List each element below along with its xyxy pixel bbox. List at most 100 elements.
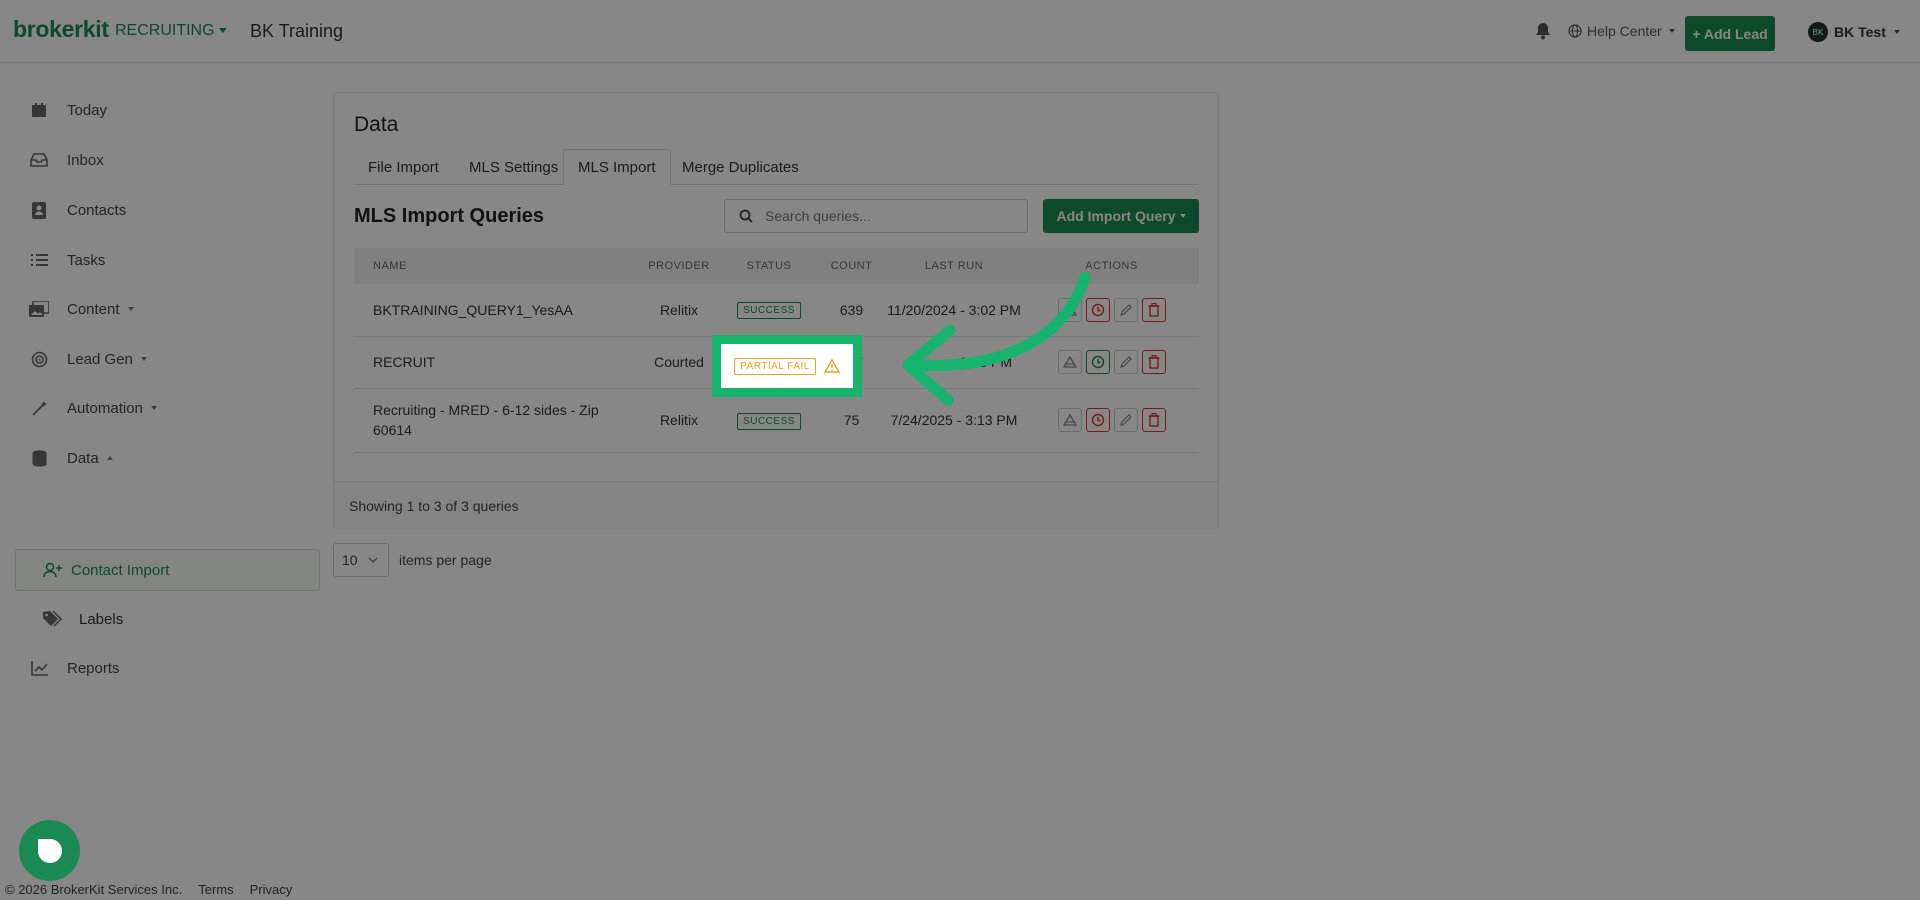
sidebar-item-label: Inbox bbox=[67, 151, 104, 169]
user-menu[interactable]: BK BK Test bbox=[1808, 22, 1900, 42]
chevron-down-icon bbox=[127, 307, 134, 311]
privacy-link[interactable]: Privacy bbox=[250, 882, 293, 897]
tasks-icon bbox=[29, 250, 49, 270]
sidebar-item-label: Today bbox=[67, 101, 108, 119]
sidebar-item-inbox[interactable]: Inbox bbox=[29, 148, 104, 172]
sidebar-item-tasks[interactable]: Tasks bbox=[29, 248, 105, 272]
sidebar-item-data[interactable]: Data bbox=[29, 446, 113, 470]
chat-icon bbox=[37, 838, 62, 863]
sidebar-item-label: Labels bbox=[79, 610, 124, 628]
pagination-summary: Showing 1 to 3 of 3 queries bbox=[349, 498, 519, 514]
sidebar-subitem-contact-import[interactable]: Contact Import bbox=[43, 558, 169, 582]
query-name: BKTRAINING_QUERY1_YesAA bbox=[373, 301, 573, 318]
query-provider: Courted bbox=[654, 354, 704, 370]
status-badge: SUCCESS bbox=[737, 302, 801, 320]
content-icon bbox=[29, 299, 49, 319]
per-page-label: items per page bbox=[399, 552, 492, 568]
sidebar-item-label: Tasks bbox=[67, 251, 106, 269]
avatar: BK bbox=[1808, 22, 1828, 42]
table-footer: Showing 1 to 3 of 3 queries bbox=[334, 481, 1218, 529]
inbox-icon bbox=[29, 150, 49, 170]
delete-button[interactable] bbox=[1141, 350, 1166, 374]
brokerkit-logo[interactable]: brokerkit bbox=[13, 16, 109, 43]
help-center-menu[interactable]: Help Center bbox=[1568, 23, 1675, 39]
column-header-status[interactable]: STATUS bbox=[719, 248, 819, 284]
user-name: BK Test bbox=[1834, 24, 1886, 40]
sidebar-item-reports[interactable]: Reports bbox=[29, 656, 120, 680]
sidebar-item-label: Reports bbox=[67, 659, 120, 677]
tab-mls-import[interactable]: MLS Import bbox=[563, 149, 671, 185]
sidebar-item-label: Contacts bbox=[67, 201, 127, 219]
sidebar-item-labels[interactable]: Labels bbox=[43, 607, 123, 631]
tab-bar: File Import MLS Settings MLS Import Merg… bbox=[354, 149, 1199, 185]
module-label: RECRUITING bbox=[115, 22, 215, 39]
sidebar-item-automation[interactable]: Automation bbox=[29, 396, 157, 420]
status-badge: SUCCESS bbox=[737, 412, 801, 430]
chevron-down-icon bbox=[1893, 30, 1900, 34]
delete-button[interactable] bbox=[1141, 297, 1166, 322]
sidebar: Today Inbox Contacts Tasks Content Lead … bbox=[0, 63, 330, 863]
edit-button[interactable] bbox=[1113, 297, 1138, 322]
items-per-page: 10 items per page bbox=[333, 543, 492, 577]
database-icon bbox=[29, 448, 49, 468]
add-lead-button[interactable]: + Add Lead bbox=[1685, 16, 1775, 51]
sidebar-item-label: Automation bbox=[67, 399, 143, 417]
per-page-select[interactable]: 10 bbox=[333, 543, 389, 577]
tab-mls-settings[interactable]: MLS Settings bbox=[455, 149, 572, 185]
edit-button[interactable] bbox=[1113, 350, 1138, 374]
search-input[interactable] bbox=[765, 208, 1015, 224]
status-highlight: PARTIAL FAIL bbox=[712, 335, 862, 397]
per-page-value: 10 bbox=[342, 552, 358, 568]
column-header-provider[interactable]: PROVIDER bbox=[639, 248, 719, 284]
chevron-down-icon bbox=[1179, 214, 1186, 218]
sidebar-item-content[interactable]: Content bbox=[29, 297, 134, 321]
terms-link[interactable]: Terms bbox=[198, 882, 233, 897]
add-import-query-button[interactable]: Add Import Query bbox=[1043, 199, 1199, 233]
chevron-down-icon bbox=[140, 357, 147, 361]
section-title: MLS Import Queries bbox=[354, 205, 545, 227]
sidebar-item-today[interactable]: Today bbox=[29, 98, 107, 122]
top-header: brokerkit RECRUITING BK Training Help Ce… bbox=[0, 0, 1920, 63]
org-name: BK Training bbox=[250, 21, 344, 41]
tab-merge-duplicates[interactable]: Merge Duplicates bbox=[668, 149, 813, 185]
status-badge: PARTIAL FAIL bbox=[734, 357, 816, 375]
automation-icon bbox=[29, 398, 49, 418]
calendar-icon bbox=[29, 100, 49, 120]
sidebar-item-label: Contact Import bbox=[71, 561, 170, 579]
query-count: 639 bbox=[839, 301, 864, 318]
globe-icon bbox=[1568, 24, 1582, 38]
pointer-arrow-icon bbox=[902, 271, 1091, 406]
chart-icon bbox=[29, 658, 49, 678]
delete-button[interactable] bbox=[1141, 408, 1166, 432]
chat-widget-button[interactable] bbox=[19, 820, 80, 881]
sidebar-item-label: Lead Gen bbox=[67, 350, 133, 368]
chevron-down-icon bbox=[150, 406, 157, 410]
column-header-count[interactable]: COUNT bbox=[819, 248, 884, 284]
search-icon bbox=[731, 201, 761, 231]
query-provider: Relitix bbox=[659, 412, 699, 428]
column-header-name[interactable]: NAME bbox=[354, 248, 639, 284]
page-footer: © 2026 BrokerKit Services Inc. Terms Pri… bbox=[5, 882, 292, 897]
sidebar-item-contacts[interactable]: Contacts bbox=[29, 198, 126, 222]
query-count: 75 bbox=[843, 412, 860, 428]
lead-gen-icon bbox=[29, 349, 49, 369]
copyright: © 2026 BrokerKit Services Inc. bbox=[5, 882, 183, 897]
tab-file-import[interactable]: File Import bbox=[354, 149, 453, 185]
edit-button[interactable] bbox=[1113, 408, 1138, 432]
user-plus-icon bbox=[43, 562, 63, 578]
tags-icon bbox=[43, 611, 63, 627]
module-switcher[interactable]: RECRUITING bbox=[115, 22, 227, 40]
contacts-icon bbox=[29, 200, 49, 220]
sidebar-item-label: Content bbox=[67, 300, 120, 318]
chevron-down-icon bbox=[218, 28, 227, 34]
warning-icon bbox=[823, 359, 840, 373]
query-name: RECRUIT bbox=[373, 354, 436, 370]
sidebar-item-label: Data bbox=[67, 449, 99, 467]
chevron-up-icon bbox=[106, 456, 113, 460]
query-name: Recruiting - MRED - 6-12 sides - Zip 606… bbox=[373, 402, 599, 438]
chevron-down-icon bbox=[1668, 29, 1675, 33]
sidebar-item-lead-gen[interactable]: Lead Gen bbox=[29, 347, 147, 371]
query-provider: Relitix bbox=[659, 301, 699, 318]
chevron-down-icon bbox=[368, 557, 378, 563]
bell-icon[interactable] bbox=[1535, 22, 1551, 40]
